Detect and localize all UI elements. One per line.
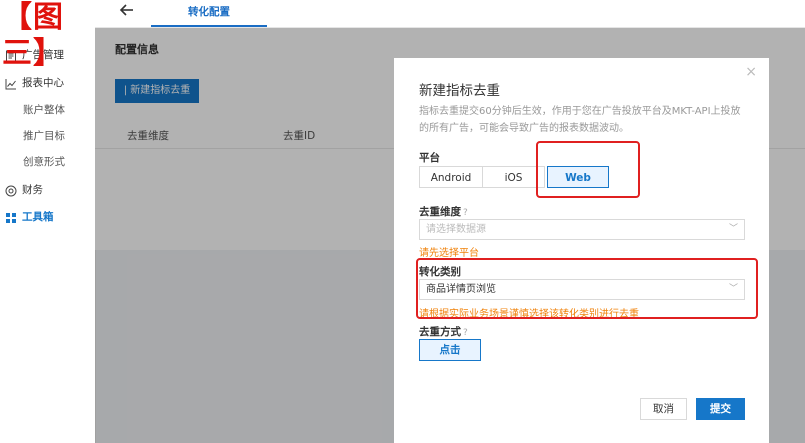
sidebar: 广告管理 报表中心 账户整体 推广目标 创意形式 财务 工具箱 【图三】	[0, 0, 96, 443]
tab-conversion-config[interactable]: 转化配置	[151, 0, 267, 27]
highlight-box-category	[416, 258, 758, 319]
sidebar-item-finance[interactable]: 财务	[5, 180, 43, 200]
sidebar-subitem-promotion-goal[interactable]: 推广目标	[23, 127, 65, 145]
sidebar-item-label: 财务	[22, 184, 43, 196]
method-label: 去重方式?	[419, 324, 468, 339]
arrow-left-icon[interactable]	[119, 2, 135, 22]
cancel-button[interactable]: 取消	[640, 398, 687, 420]
close-icon[interactable]: ×	[745, 64, 757, 80]
submit-button[interactable]: 提交	[696, 398, 745, 420]
dimension-label-text: 去重维度	[419, 206, 461, 218]
grid-icon	[5, 211, 17, 223]
highlight-box-platform	[536, 141, 640, 198]
sidebar-item-label: 报表中心	[22, 77, 64, 89]
sidebar-subitem-account-overall[interactable]: 账户整体	[23, 101, 65, 119]
platform-option-android[interactable]: Android	[419, 166, 483, 188]
dimension-error: 请先选择平台	[419, 248, 479, 259]
dimension-label: 去重维度?	[419, 204, 468, 219]
method-label-text: 去重方式	[419, 326, 461, 338]
help-icon[interactable]: ?	[463, 208, 468, 218]
dimension-placeholder: 请选择数据源	[426, 224, 486, 235]
sidebar-subitem-creative-format[interactable]: 创意形式	[23, 153, 65, 171]
sidebar-item-toolbox[interactable]: 工具箱	[5, 207, 54, 227]
modal-title: 新建指标去重	[419, 83, 500, 99]
sidebar-item-label: 工具箱	[22, 211, 54, 223]
method-option-click[interactable]: 点击	[419, 339, 481, 361]
line-chart-icon	[5, 77, 17, 90]
chevron-down-icon: ﹀	[728, 224, 738, 234]
sidebar-item-report-center[interactable]: 报表中心	[5, 73, 64, 93]
dimension-select[interactable]: 请选择数据源 ﹀	[419, 219, 745, 240]
new-dedup-modal: × 新建指标去重 指标去重提交60分钟后生效，作用于您在广告投放平台及MKT-A…	[394, 58, 769, 443]
platform-label: 平台	[419, 152, 440, 164]
help-icon[interactable]: ?	[463, 328, 468, 338]
top-bar: 转化配置	[95, 0, 805, 28]
modal-description: 指标去重提交60分钟后生效，作用于您在广告投放平台及MKT-API上投放的所有广…	[419, 106, 741, 134]
figure-label: 【图三】	[2, 0, 64, 71]
coin-icon	[5, 184, 17, 197]
